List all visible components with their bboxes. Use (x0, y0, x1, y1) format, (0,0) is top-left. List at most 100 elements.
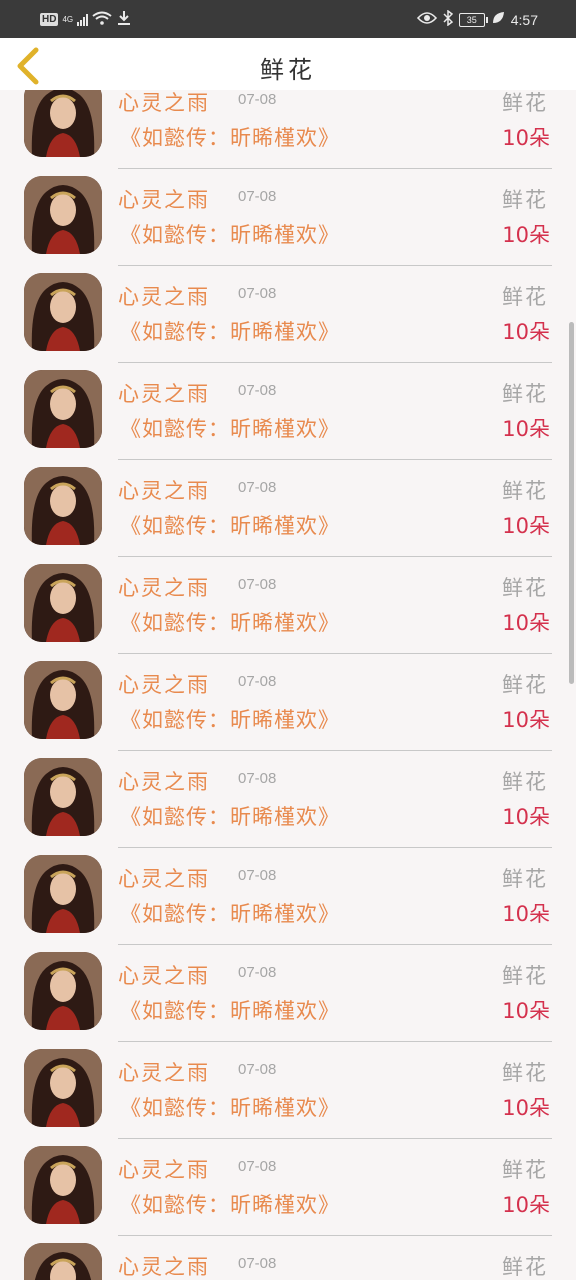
list-item[interactable]: 心灵之雨07-08《如懿传：昕晞槿欢》鲜花10朵 (0, 544, 576, 654)
record-date: 07-08 (238, 382, 277, 399)
list-item[interactable]: 心灵之雨 07-08 《如懿传：昕晞槿欢》 鲜花 10朵 (0, 90, 576, 169)
sender-name: 心灵之雨 (118, 285, 210, 309)
download-icon (116, 10, 132, 29)
list-item[interactable]: 心灵之雨07-08《如懿传：昕晞槿欢》鲜花10朵 (0, 253, 576, 363)
list-item[interactable]: 心灵之雨07-08《如懿传：昕晞槿欢》鲜花10朵 (0, 1223, 576, 1280)
list-item[interactable]: 心灵之雨 07-08 《如懿传：昕晞槿欢》 鲜花 10朵 (0, 1029, 576, 1139)
sender-name: 心灵之雨 (118, 1061, 210, 1085)
book-title: 《如懿传：昕晞槿欢》 (120, 1096, 340, 1120)
hd-icon: HD (40, 13, 59, 26)
book-title: 《如懿传：昕晞槿欢》 (120, 708, 340, 732)
gift-quantity: 10朵 (502, 320, 550, 344)
record-date: 07-08 (238, 1158, 277, 1175)
avatar[interactable] (24, 176, 102, 254)
gift-type: 鲜花 (502, 91, 548, 115)
gift-quantity: 10朵 (502, 126, 550, 150)
eye-icon (416, 11, 437, 28)
sender-name: 心灵之雨 (118, 188, 210, 212)
battery-icon: 35 (458, 12, 488, 27)
bluetooth-icon (443, 9, 453, 29)
record-date: 07-08 (238, 1061, 277, 1078)
gift-type: 鲜花 (502, 1255, 548, 1279)
avatar[interactable] (24, 273, 102, 351)
status-bar: HD 4G 35 4:57 (0, 0, 576, 38)
avatar[interactable] (24, 661, 102, 739)
list-item[interactable]: 心灵之雨 07-08 《如懿传：昕晞槿欢》 鲜花 10朵 (0, 350, 576, 460)
gift-type: 鲜花 (502, 285, 548, 309)
gift-quantity: 10朵 (502, 999, 550, 1023)
sender-name: 心灵之雨 (118, 479, 210, 503)
record-date: 07-08 (238, 770, 277, 787)
gift-type: 鲜花 (502, 1158, 548, 1182)
avatar[interactable] (24, 370, 102, 448)
gift-quantity: 10朵 (502, 223, 550, 247)
avatar[interactable] (24, 855, 102, 933)
sender-name: 心灵之雨 (118, 770, 210, 794)
gift-quantity: 10朵 (502, 1193, 550, 1217)
leaf-icon (491, 11, 505, 28)
book-title: 《如懿传：昕晞槿欢》 (120, 805, 340, 829)
list-item[interactable]: 心灵之雨 07-08 《如懿传：昕晞槿欢》 鲜花 10朵 (0, 156, 576, 266)
record-date: 07-08 (238, 1255, 277, 1272)
gift-record-list-inner: 心灵之雨 07-08 《如懿传：昕晞槿欢》 鲜花 10朵 心灵之雨 07-08 《如懿传：昕晞… (0, 90, 576, 1280)
gift-type: 鲜花 (502, 673, 548, 697)
record-date: 07-08 (238, 479, 277, 496)
page-title: 鲜花 (260, 56, 316, 84)
list-item[interactable]: 心灵之雨 07-08 《如懿传：昕晞槿欢》 鲜花 10朵 (0, 738, 576, 848)
network-type: 4G (62, 15, 74, 24)
avatar[interactable] (24, 90, 102, 157)
avatar[interactable] (24, 1146, 102, 1224)
gift-record-list[interactable]: 心灵之雨 07-08 《如懿传：昕晞槿欢》 鲜花 10朵 心灵之雨 07-08 《如懿传：昕晞… (0, 90, 576, 1280)
list-item[interactable]: 心灵之雨 07-08 《如懿传：昕晞槿欢》 鲜花 10朵 (0, 1126, 576, 1236)
book-title: 《如懿传：昕晞槿欢》 (120, 417, 340, 441)
record-date: 07-08 (238, 673, 277, 690)
book-title: 《如懿传：昕晞槿欢》 (120, 223, 340, 247)
book-title: 《如懿传：昕晞槿欢》 (120, 1193, 340, 1217)
clock: 4:57 (510, 11, 538, 28)
gift-quantity: 10朵 (502, 902, 550, 926)
signal-icon (77, 13, 89, 26)
list-item[interactable]: 心灵之雨07-08《如懿传：昕晞槿欢》鲜花10朵 (0, 932, 576, 1042)
gift-quantity: 10朵 (502, 805, 550, 829)
gift-type: 鲜花 (502, 1061, 548, 1085)
scrollbar[interactable] (569, 322, 574, 684)
book-title: 《如懿传：昕晞槿欢》 (120, 126, 340, 150)
gift-type: 鲜花 (502, 770, 548, 794)
sender-name: 心灵之雨 (118, 964, 210, 988)
gift-type: 鲜花 (502, 188, 548, 212)
gift-type: 鲜花 (502, 867, 548, 891)
record-date: 07-08 (238, 188, 277, 205)
record-date: 07-08 (238, 91, 277, 108)
list-item[interactable]: 心灵之雨07-08《如懿传：昕晞槿欢》鲜花10朵 (0, 641, 576, 751)
avatar[interactable] (24, 952, 102, 1030)
sender-name: 心灵之雨 (118, 673, 210, 697)
list-item[interactable]: 心灵之雨07-08《如懿传：昕晞槿欢》鲜花10朵 (0, 447, 576, 557)
sender-name: 心灵之雨 (118, 1255, 210, 1279)
status-left: HD 4G (40, 10, 132, 29)
gift-quantity: 10朵 (502, 1096, 550, 1120)
status-right: 35 4:57 (416, 9, 538, 29)
app-header: 鲜花 (0, 38, 576, 90)
wifi-icon (92, 11, 112, 28)
sender-name: 心灵之雨 (118, 91, 210, 115)
book-title: 《如懿传：昕晞槿欢》 (120, 514, 340, 538)
record-date: 07-08 (238, 576, 277, 593)
book-title: 《如懿传：昕晞槿欢》 (120, 902, 340, 926)
sender-name: 心灵之雨 (118, 1158, 210, 1182)
avatar[interactable] (24, 564, 102, 642)
record-date: 07-08 (238, 964, 277, 981)
avatar[interactable] (24, 1243, 102, 1280)
avatar[interactable] (24, 758, 102, 836)
sender-name: 心灵之雨 (118, 382, 210, 406)
record-date: 07-08 (238, 867, 277, 884)
gift-type: 鲜花 (502, 479, 548, 503)
gift-quantity: 10朵 (502, 611, 550, 635)
gift-type: 鲜花 (502, 964, 548, 988)
sender-name: 心灵之雨 (118, 867, 210, 891)
gift-quantity: 10朵 (502, 417, 550, 441)
book-title: 《如懿传：昕晞槿欢》 (120, 320, 340, 344)
gift-type: 鲜花 (502, 382, 548, 406)
avatar[interactable] (24, 467, 102, 545)
avatar[interactable] (24, 1049, 102, 1127)
list-item[interactable]: 心灵之雨 07-08 《如懿传：昕晞槿欢》 鲜花 10朵 (0, 835, 576, 945)
